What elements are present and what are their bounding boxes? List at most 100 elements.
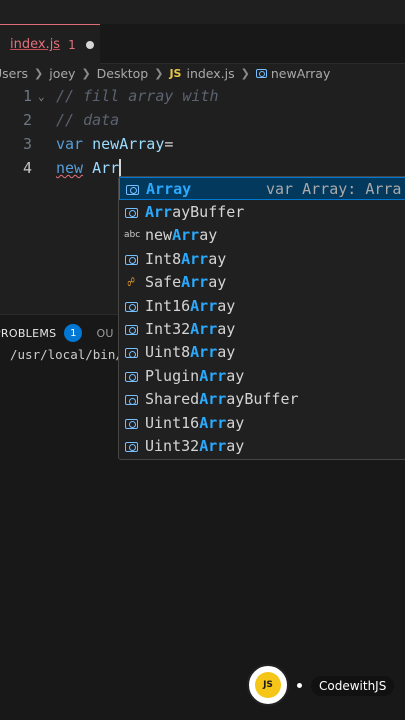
label-match: Arr (181, 273, 209, 292)
code-statement: var newArray= (56, 135, 173, 153)
suggestion-label: SafeArray (145, 273, 226, 291)
label-suffix: ay (217, 319, 236, 338)
output-text: /usr/local/bin/r (10, 347, 131, 362)
interface-icon: ☍ (127, 275, 135, 290)
word-icon: abc (124, 230, 141, 241)
class-icon (124, 320, 138, 338)
label-match: Arr (190, 319, 218, 338)
suggestion-label: ArrayBuffer (145, 203, 244, 221)
fold-chevron-icon[interactable]: ⌄ (38, 90, 45, 103)
breadcrumb-joey[interactable]: joey (49, 66, 75, 81)
problem-count-badge: 1 (68, 37, 76, 52)
class-icon (124, 297, 138, 315)
label-prefix: Safe (145, 273, 182, 292)
suggestion-item[interactable]: PluginArray (119, 364, 405, 387)
suggestion-item[interactable]: Int32Array (119, 317, 405, 340)
suggestion-item[interactable]: abc newArray (119, 224, 405, 247)
class-icon (124, 250, 138, 268)
suggestion-item[interactable]: Uint32Array (119, 434, 405, 457)
line-number: 4 (22, 159, 32, 177)
class-icon (124, 367, 138, 385)
operator: = (164, 135, 174, 153)
suggestion-label: SharedArrayBuffer (145, 390, 299, 408)
brand-logo: JS (247, 664, 289, 706)
label-suffix: ay (208, 273, 227, 292)
label-suffix: ay (226, 413, 245, 432)
breadcrumb-symbol[interactable]: newArray (271, 66, 331, 81)
suggestion-label: Int8Array (145, 250, 226, 268)
tab-problems[interactable]: PROBLEMS (0, 327, 56, 340)
class-icon (124, 343, 138, 361)
separator-dot-icon (297, 683, 302, 688)
unsaved-dot-icon[interactable] (85, 40, 94, 49)
label-prefix: Uint8 (145, 343, 191, 362)
breadcrumb-file[interactable]: index.js (186, 66, 234, 81)
problems-count-badge: 1 (64, 324, 83, 342)
label-suffix: ay (226, 366, 245, 385)
label-prefix: Int32 (145, 319, 191, 338)
label-prefix: new (145, 226, 173, 245)
tab-output[interactable]: OU (96, 327, 113, 340)
label-prefix: Int16 (145, 296, 191, 315)
suggestion-widget: Array var Array: Arra ArrayBuffer abc ne… (118, 176, 405, 460)
typed-text: Arr (92, 158, 120, 177)
line-number: 3 (22, 135, 32, 153)
chevron-right-icon: ❯ (240, 66, 250, 80)
class-icon (125, 180, 139, 198)
tab-index-js[interactable]: index.js 1 (0, 24, 100, 64)
label-suffix: ay (199, 226, 218, 245)
label-match: Arr (190, 343, 218, 362)
label-prefix: Plugin (145, 366, 200, 385)
label-suffix: ayBuffer (226, 390, 299, 409)
suggestion-item[interactable]: Array var Array: Arra (119, 177, 405, 200)
label-match: Arr (181, 249, 209, 268)
suggestion-label: Uint16Array (145, 414, 244, 432)
keyword-new: new (56, 158, 84, 177)
suggestion-label: Uint8Array (145, 343, 235, 361)
suggestion-item[interactable]: ArrayBuffer (119, 200, 405, 223)
panel-tabs: PROBLEMS 1 OU (0, 323, 114, 343)
line-number: 1 (22, 87, 32, 105)
label-prefix: Uint16 (145, 413, 200, 432)
label-suffix: ay (217, 343, 236, 362)
label-prefix: Uint32 (145, 436, 200, 455)
code-line[interactable]: 1 ⌄ // fill array with (0, 84, 405, 108)
label-suffix: ay (217, 296, 236, 315)
code-statement: new Arr (56, 158, 122, 178)
suggestion-item[interactable]: Uint16Array (119, 411, 405, 434)
code-line[interactable]: 3 var newArray= (0, 132, 405, 156)
suggestion-item[interactable]: Int8Array (119, 247, 405, 270)
label-match: Arr (145, 202, 173, 221)
label-suffix: ayBuffer (172, 202, 245, 221)
lightbulb-icon: JS (255, 672, 281, 698)
code-line[interactable]: 2 // data (0, 108, 405, 132)
suggestion-label: Int16Array (145, 297, 235, 315)
code-comment: // data (56, 111, 120, 129)
label-match: Arr (172, 226, 200, 245)
label-prefix: Shared (145, 390, 200, 409)
suggestion-label: newArray (145, 226, 217, 244)
chevron-right-icon: ❯ (154, 66, 164, 80)
class-icon (124, 203, 138, 221)
breadcrumb: Users ❯ joey ❯ Desktop ❯ JS index.js ❯ n… (0, 62, 405, 84)
chevron-right-icon: ❯ (34, 66, 44, 80)
class-icon (124, 414, 138, 432)
suggestion-label: Uint32Array (145, 437, 244, 455)
code-comment: // fill array with (56, 87, 219, 105)
suggestion-item[interactable]: Int16Array (119, 294, 405, 317)
suggestion-label: Int32Array (145, 320, 235, 338)
breadcrumb-desktop[interactable]: Desktop (97, 66, 149, 81)
suggestion-item[interactable]: SharedArrayBuffer (119, 388, 405, 411)
identifier: newArray (92, 135, 165, 153)
label-match: Arr (199, 390, 227, 409)
line-number: 2 (22, 111, 32, 129)
variable-symbol-icon (255, 68, 267, 78)
breadcrumb-users[interactable]: Users (0, 66, 28, 81)
suggestion-item[interactable]: ☍ SafeArray (119, 271, 405, 294)
tab-strip: index.js 1 (0, 24, 405, 64)
label-prefix: Int8 (145, 249, 182, 268)
suggestion-item[interactable]: Uint8Array (119, 341, 405, 364)
text-cursor (119, 159, 122, 178)
chevron-right-icon: ❯ (81, 66, 91, 80)
class-icon (124, 437, 138, 455)
